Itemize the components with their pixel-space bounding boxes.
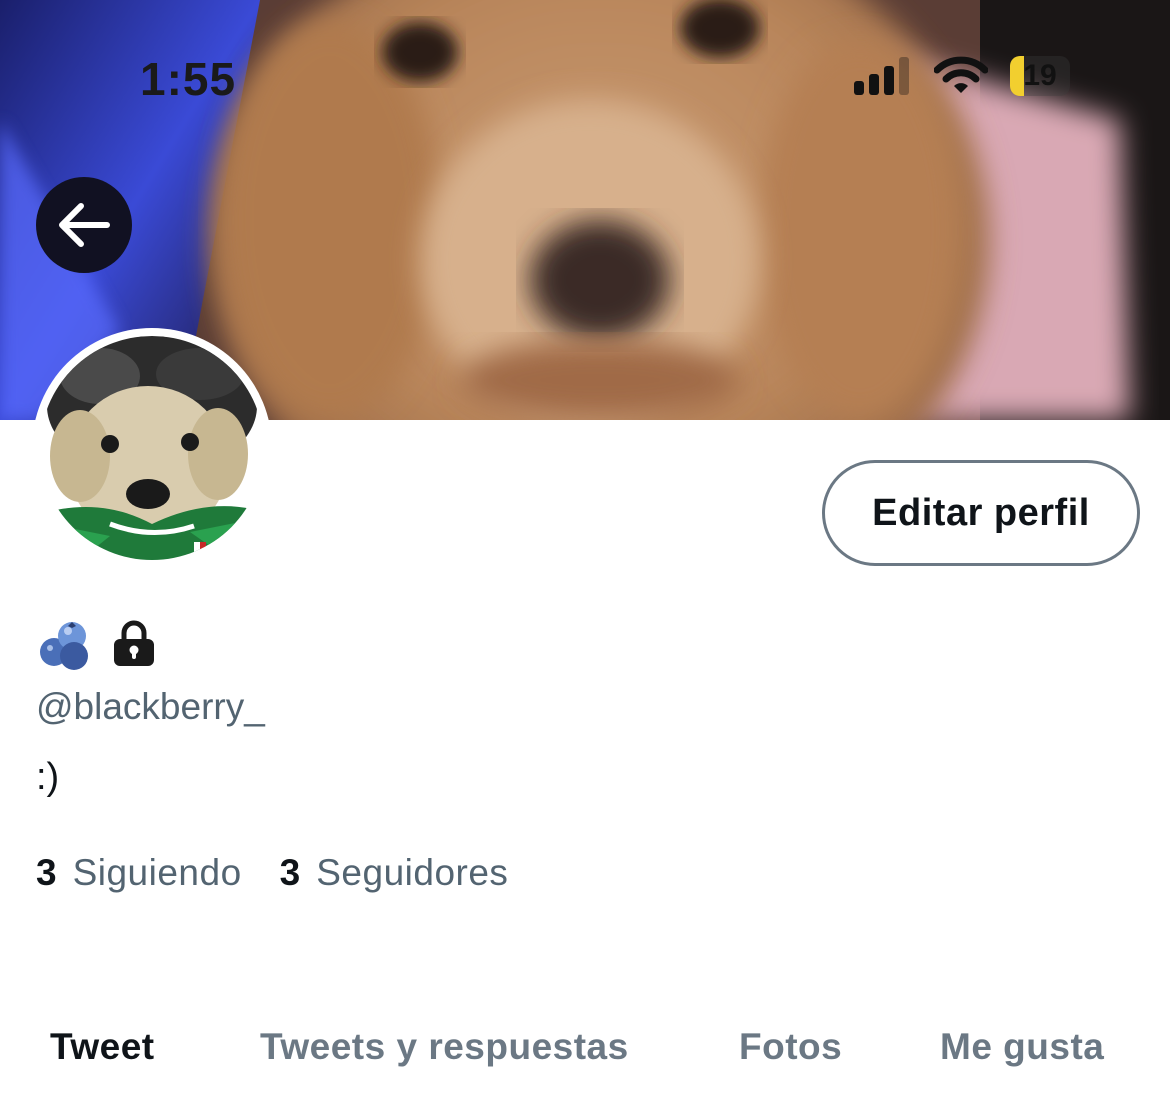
arrow-left-icon bbox=[57, 202, 111, 248]
followers-label: Seguidores bbox=[316, 852, 509, 893]
followers-link[interactable]: 3 Seguidores bbox=[280, 852, 509, 894]
battery-icon: 19 bbox=[1010, 56, 1070, 96]
display-name bbox=[36, 618, 158, 675]
profile-handle: @blackberry_ bbox=[36, 686, 265, 727]
follow-stats: 3 Siguiendo 3 Seguidores bbox=[36, 852, 508, 894]
back-button[interactable] bbox=[36, 177, 132, 273]
cellular-signal-icon bbox=[854, 57, 912, 95]
followers-count: 3 bbox=[279, 852, 301, 893]
following-link[interactable]: 3 Siguiendo bbox=[36, 852, 242, 894]
battery-level: 19 bbox=[1023, 59, 1057, 92]
avatar[interactable] bbox=[32, 328, 272, 568]
lock-icon bbox=[110, 620, 158, 673]
profile-bio: :) bbox=[36, 756, 60, 798]
profile-screen: 1:55 19 Editar perfil @blackberry_:) 3 … bbox=[0, 0, 1170, 1108]
tab-tweets-replies[interactable]: Tweets y respuestas bbox=[260, 1026, 629, 1068]
wifi-icon bbox=[934, 56, 988, 96]
profile-tabs: Tweet Tweets y respuestas Fotos Me gusta bbox=[0, 1026, 1170, 1086]
edit-profile-button[interactable]: Editar perfil bbox=[822, 460, 1140, 566]
status-icons: 19 bbox=[854, 56, 1070, 96]
following-label: Siguiendo bbox=[72, 852, 242, 893]
tab-likes[interactable]: Me gusta bbox=[940, 1026, 1104, 1068]
following-count: 3 bbox=[36, 852, 57, 893]
tab-tweets[interactable]: Tweet bbox=[50, 1026, 155, 1068]
tab-photos[interactable]: Fotos bbox=[739, 1026, 842, 1068]
status-time: 1:55 bbox=[140, 53, 237, 105]
blueberries-emoji bbox=[36, 618, 94, 675]
